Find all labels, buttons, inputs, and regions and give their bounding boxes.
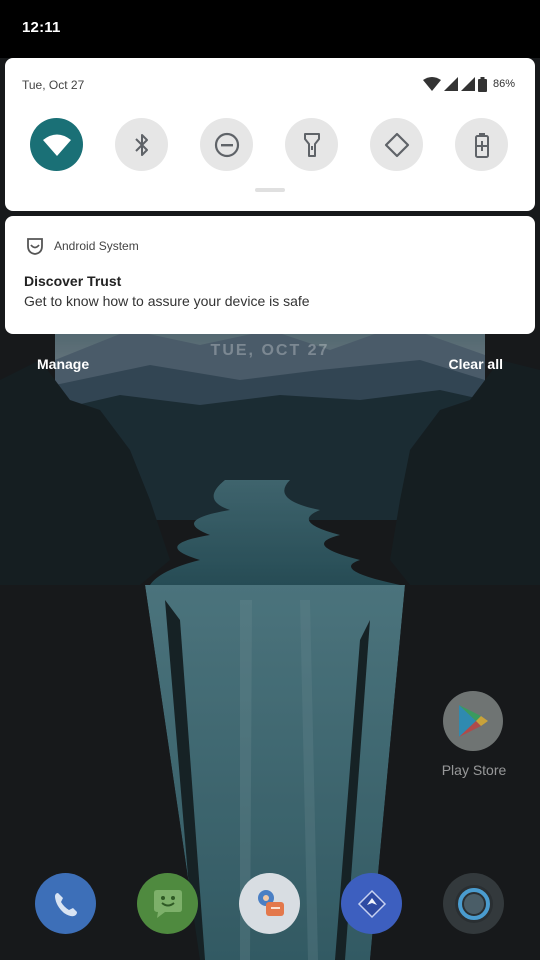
contacts-icon <box>252 886 288 922</box>
cell-signal-icon <box>460 77 475 91</box>
play-store-icon <box>443 691 503 751</box>
dock-contacts[interactable] <box>239 873 300 934</box>
phone-icon <box>52 890 80 918</box>
quick-settings-date[interactable]: Tue, Oct 27 <box>22 78 84 92</box>
notification-card[interactable]: Android System Discover Trust Get to kno… <box>5 216 535 334</box>
messages-icon <box>151 889 185 919</box>
camera-icon <box>453 883 495 925</box>
status-time: 12:11 <box>22 19 61 36</box>
home-app-play-store[interactable]: Play Store <box>442 691 506 778</box>
quick-settings-status-icons: 86% <box>422 76 515 92</box>
battery-icon <box>477 76 487 92</box>
battery-saver-tile[interactable] <box>455 118 508 171</box>
quick-settings-panel: Tue, Oct 27 86% <box>5 58 535 211</box>
battery-percent: 86% <box>492 78 515 90</box>
wifi-signal-icon <box>422 77 441 91</box>
dock-maps[interactable] <box>341 873 402 934</box>
dock-phone[interactable] <box>35 873 96 934</box>
bluetooth-icon <box>133 132 151 158</box>
home-app-label: Play Store <box>441 762 507 778</box>
quick-settings-tiles <box>5 118 535 171</box>
dock-messages[interactable] <box>137 873 198 934</box>
do-not-disturb-icon <box>214 132 240 158</box>
notification-text: Get to know how to assure your device is… <box>24 293 310 309</box>
clear-all-button[interactable]: Clear all <box>449 356 503 372</box>
dock-camera[interactable] <box>443 873 504 934</box>
flashlight-tile[interactable] <box>285 118 338 171</box>
quick-settings-expand-handle[interactable] <box>255 188 285 192</box>
auto-rotate-tile[interactable] <box>370 118 423 171</box>
notification-title: Discover Trust <box>24 273 122 289</box>
flashlight-icon <box>303 132 321 158</box>
auto-rotate-icon <box>384 132 410 158</box>
wifi-tile[interactable] <box>30 118 83 171</box>
notification-app-name: Android System <box>54 239 139 253</box>
manage-button[interactable]: Manage <box>37 356 89 372</box>
do-not-disturb-tile[interactable] <box>200 118 253 171</box>
wifi-icon <box>42 134 71 156</box>
battery-saver-icon <box>474 132 490 158</box>
bluetooth-tile[interactable] <box>115 118 168 171</box>
status-bar: 12:11 <box>0 0 540 58</box>
cell-signal-icon <box>443 77 458 91</box>
android-system-icon <box>26 237 44 255</box>
maps-icon <box>357 889 387 919</box>
